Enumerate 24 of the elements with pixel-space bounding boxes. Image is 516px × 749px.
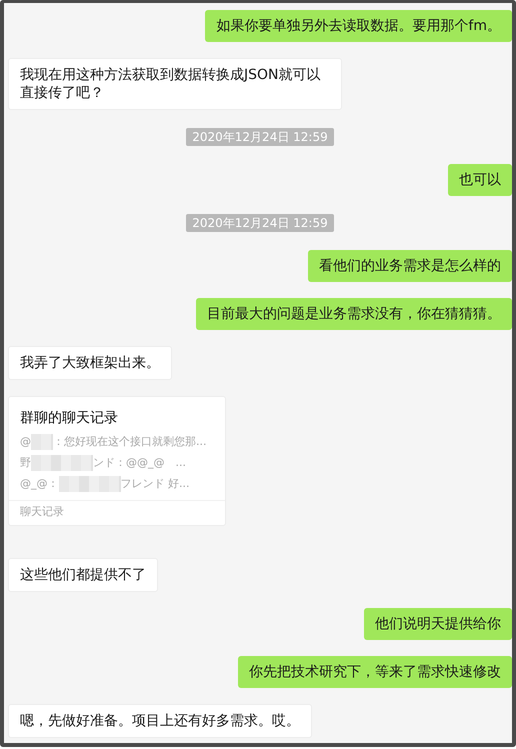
message-bubble: 如果你要单独另外去读取数据。要用那个fm。	[205, 10, 512, 42]
message-bubble: 也可以	[448, 164, 512, 196]
card-footer-label: 聊天记录	[9, 500, 225, 525]
card-preview-text: @_@：	[20, 476, 58, 490]
card-title: 群聊的聊天记录	[19, 409, 119, 428]
card-preview-text: @	[20, 434, 31, 448]
message-bubble: 我现在用这种方法获取到数据转换成JSON就可以直接传了吧？	[8, 58, 342, 110]
timestamp: 2020年12月24日 12:59	[186, 128, 334, 146]
message-bubble: 我弄了大致框架出来。	[8, 346, 172, 380]
blur-mosaic-icon	[31, 454, 93, 470]
chat-record-card[interactable]: 群聊的聊天记录 @ ：您好现在这个接口就剩您那... 野 ンド：@@_@ ... @_@： フレンド 好... 聊天记录	[8, 396, 226, 526]
message-bubble: 嗯，先做好准备。项目上还有好多需求。哎。	[8, 704, 312, 738]
message-bubble: 他们说明天提供给你	[364, 608, 512, 640]
card-preview-text: ンド：@@_@ ...	[93, 456, 186, 470]
card-preview-text: ：您好现在这个接口就剩您那...	[53, 434, 206, 448]
blur-mosaic-icon	[31, 434, 53, 450]
card-preview-text: 野	[20, 456, 31, 470]
message-bubble: 你先把技术研究下，等来了需求快速修改	[238, 656, 512, 688]
blur-mosaic-icon	[58, 476, 120, 492]
card-preview-text: フレンド 好...	[120, 476, 190, 490]
timestamp: 2020年12月24日 12:59	[186, 214, 334, 232]
message-bubble: 看他们的业务需求是怎么样的	[308, 250, 512, 282]
message-bubble: 这些他们都提供不了	[8, 558, 158, 592]
message-bubble: 目前最大的问题是业务需求没有，你在猜猜猜。	[196, 298, 512, 330]
